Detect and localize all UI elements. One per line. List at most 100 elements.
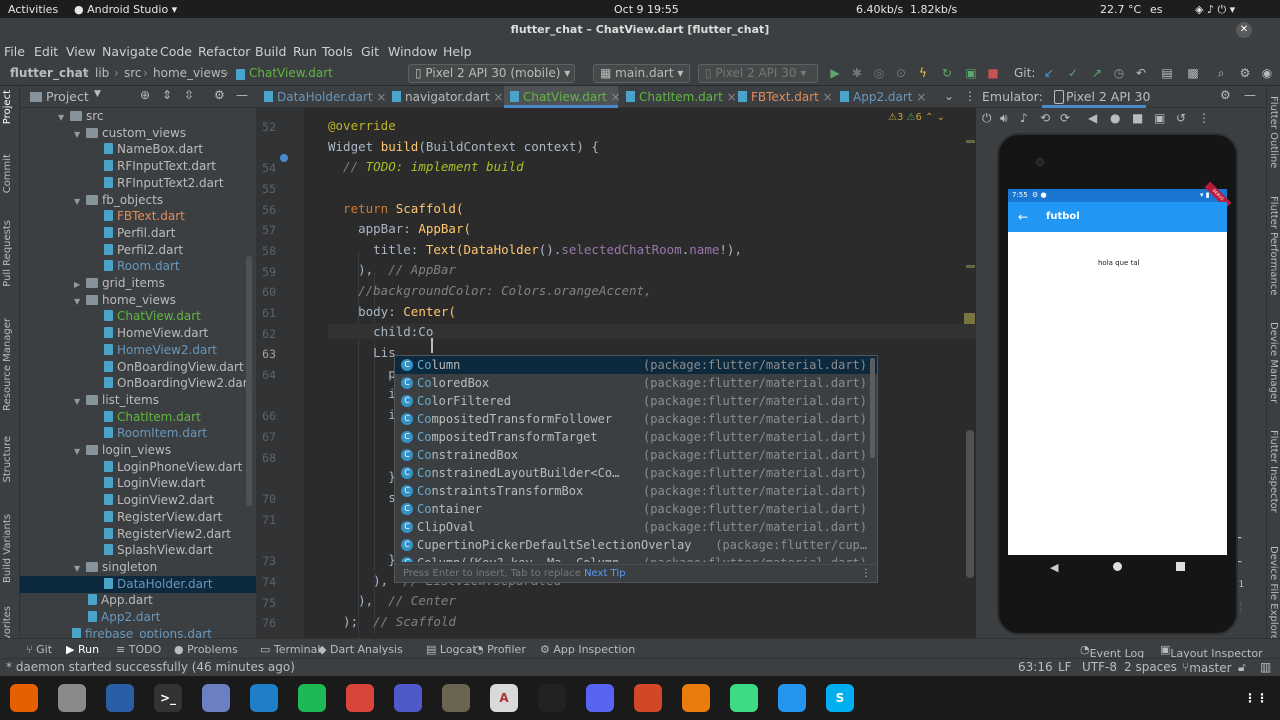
chevron-icon[interactable]: ▼ xyxy=(74,193,86,210)
bottom-tab-terminal[interactable]: ▭ Terminal xyxy=(260,643,320,656)
close-icon[interactable]: × xyxy=(819,90,833,104)
tool-window-pull-requests[interactable]: Pull Requests xyxy=(2,220,13,287)
run-config-selector[interactable]: ▦ main.dart ▾ xyxy=(593,64,690,83)
completion-item[interactable]: C ConstrainedLayoutBuilder<Co… (package:fl… xyxy=(395,464,877,482)
tool-window-project[interactable]: Project xyxy=(2,90,13,124)
chevron-icon[interactable]: ▶ xyxy=(74,276,86,293)
close-icon[interactable]: × xyxy=(607,90,621,104)
hot-restart-icon[interactable]: ↻ xyxy=(940,66,954,80)
expand-all-icon[interactable]: ⇕ xyxy=(162,88,172,102)
editor-scrollbar[interactable] xyxy=(966,430,974,578)
git-branch[interactable]: ⑂ master xyxy=(1182,660,1232,675)
indent-setting[interactable]: 2 spaces xyxy=(1124,660,1177,674)
power-icon[interactable]: ⏻ xyxy=(982,111,992,126)
hide-panel-icon[interactable]: — xyxy=(1244,88,1256,102)
close-window-icon[interactable]: ✕ xyxy=(1236,22,1252,38)
editor-tab[interactable]: ChatView.dart × xyxy=(504,86,621,108)
activities-button[interactable]: Activities xyxy=(8,3,58,16)
file-encoding[interactable]: UTF-8 xyxy=(1082,660,1117,674)
chevron-icon[interactable]: ▼ xyxy=(58,109,70,126)
android-overview-icon[interactable] xyxy=(1176,562,1185,571)
obs-icon[interactable] xyxy=(538,684,566,712)
bottom-tab-run[interactable]: ▶ Run xyxy=(66,643,99,656)
git-update-icon[interactable]: ↙ xyxy=(1042,66,1056,80)
profile-icon[interactable]: ◎ xyxy=(872,66,886,80)
device-manager-icon[interactable]: ▩ xyxy=(1186,66,1200,80)
blender-icon[interactable] xyxy=(682,684,710,712)
menu-window[interactable]: Window xyxy=(388,44,437,59)
completion-item[interactable]: C ConstrainedBox (package:flutter/material… xyxy=(395,446,877,464)
sdk-manager-icon[interactable]: ▤ xyxy=(1160,66,1174,80)
completion-item[interactable]: C ColorFiltered (package:flutter/material.… xyxy=(395,392,877,410)
apps-grid-icon[interactable]: ⋮⋮ xyxy=(1242,684,1270,712)
tool-window-structure[interactable]: Structure xyxy=(2,436,13,483)
terminal-icon[interactable]: >_ xyxy=(154,684,182,712)
completion-item[interactable]: C CompositedTransformTarget (package:flutt… xyxy=(395,428,877,446)
tree-file[interactable]: DataHolder.dart xyxy=(20,575,256,593)
teams-icon[interactable] xyxy=(394,684,422,712)
bottom-tab-app-inspection[interactable]: ⚙ App Inspection xyxy=(540,643,635,656)
next-tip-link[interactable]: Next Tip xyxy=(584,568,625,579)
completion-item[interactable]: C CupertinoPickerDefaultSelectionOverlay (… xyxy=(395,536,877,554)
menu-view[interactable]: View xyxy=(66,44,96,59)
screenshot-icon[interactable]: ▣ xyxy=(1154,111,1165,125)
system-tray-icons[interactable]: ◈ ♪ ⏻ ▾ xyxy=(1195,3,1235,17)
attach-icon[interactable]: ⊙ xyxy=(894,66,908,80)
chevron-icon[interactable]: ▼ xyxy=(74,293,86,310)
event-log-tab[interactable]: ◔ Event Log xyxy=(1080,643,1144,660)
tool-window-commit[interactable]: Commit xyxy=(2,154,13,193)
presentation-icon[interactable] xyxy=(634,684,662,712)
chevron-icon[interactable]: ▼ xyxy=(74,393,86,410)
tool-window-flutter-outline[interactable]: Flutter Outline xyxy=(1268,96,1279,168)
menu-code[interactable]: Code xyxy=(160,44,192,59)
chrome-icon[interactable] xyxy=(346,684,374,712)
inspection-widget[interactable]: ⚠3 ⚠6 ⌃ ⌄ xyxy=(888,112,945,123)
active-app-menu[interactable]: ● Android Studio ▾ xyxy=(74,3,177,16)
error-stripe-mark[interactable] xyxy=(966,265,975,268)
mail-icon[interactable] xyxy=(202,684,230,712)
menu-help[interactable]: Help xyxy=(443,44,472,59)
bottom-tab-git[interactable]: ⑂ Git xyxy=(26,643,52,656)
caret-position[interactable]: 63:16 xyxy=(1018,660,1053,674)
completion-item[interactable]: C Container (package:flutter/material.dart… xyxy=(395,500,877,518)
memory-indicator-icon[interactable]: ▥ xyxy=(1260,660,1271,674)
git-history-icon[interactable]: ◷ xyxy=(1112,66,1126,80)
debug-icon[interactable]: ✱ xyxy=(850,66,864,80)
bottom-tab-dart-analysis[interactable]: ◆ Dart Analysis xyxy=(318,643,403,656)
completion-item[interactable]: C CompositedTransformFollower (package:flu… xyxy=(395,410,877,428)
skype-icon[interactable]: S xyxy=(826,684,854,712)
close-icon[interactable]: × xyxy=(913,90,926,104)
files-icon[interactable] xyxy=(58,684,86,712)
search-icon[interactable]: ⌕ xyxy=(1214,66,1228,80)
device-screen[interactable]: hola que tal xyxy=(1008,189,1227,555)
error-stripe-mark[interactable] xyxy=(964,313,975,324)
editor-tab[interactable]: FBText.dart × xyxy=(732,86,833,108)
firefox-icon[interactable] xyxy=(10,684,38,712)
vscode-icon[interactable] xyxy=(250,684,278,712)
settings-icon[interactable]: ⚙ xyxy=(1238,66,1252,80)
writer-icon[interactable] xyxy=(106,684,134,712)
discord-icon[interactable] xyxy=(586,684,614,712)
volume-down-icon[interactable]: ♪ xyxy=(1020,111,1028,125)
git-commit-icon[interactable]: ✓ xyxy=(1066,66,1080,80)
lock-icon[interactable]: 🔓︎ xyxy=(1238,660,1246,675)
close-icon[interactable]: × xyxy=(490,90,503,104)
menu-navigate[interactable]: Navigate xyxy=(102,44,158,59)
device-selector-secondary[interactable]: ▯ Pixel 2 API 30 ▾ xyxy=(698,64,818,83)
run-icon[interactable]: ▶ xyxy=(828,66,842,80)
gimp-icon[interactable] xyxy=(442,684,470,712)
bottom-tab-problems[interactable]: ● Problems xyxy=(174,643,238,656)
more-options-icon[interactable]: ⋮ xyxy=(1198,111,1210,125)
breadcrumb-file[interactable]: ChatView.dart xyxy=(249,66,333,80)
home-icon[interactable]: ● xyxy=(1110,111,1120,125)
editor-tab[interactable]: navigator.dart × xyxy=(386,86,504,108)
layout-inspector-tab[interactable]: ▣ Layout Inspector xyxy=(1160,643,1263,660)
chevron-icon[interactable]: ▼ xyxy=(74,443,86,460)
settings-icon[interactable]: ⚙ xyxy=(1220,88,1231,102)
tree-scrollbar[interactable] xyxy=(246,256,252,506)
chevron-icon[interactable]: ▼ xyxy=(74,560,86,577)
spotify-icon[interactable] xyxy=(298,684,326,712)
completion-item[interactable]: C ConstraintsTransformBox (package:flutter… xyxy=(395,482,877,500)
tool-window-device-file-explorer[interactable]: Device File Explorer xyxy=(1268,546,1279,645)
bottom-tab-logcat[interactable]: ▤ Logcat xyxy=(426,643,477,656)
